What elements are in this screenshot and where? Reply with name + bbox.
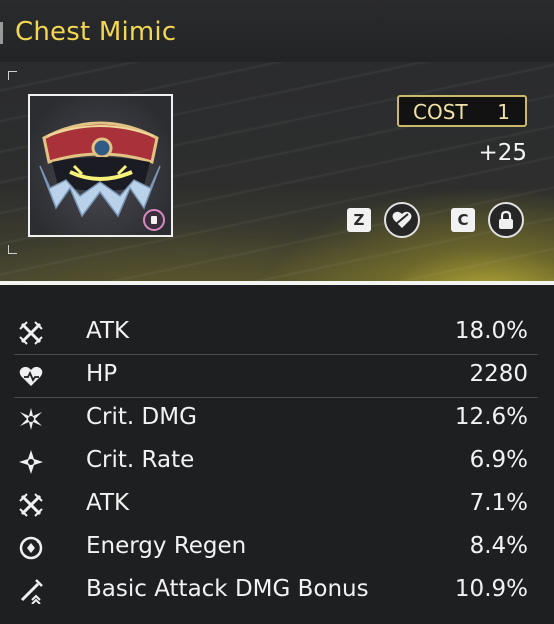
- echo-name: Chest Mimic: [15, 17, 177, 47]
- stat-name: Energy Regen: [86, 533, 247, 559]
- stat-row-main: ATK 18.0%: [0, 312, 554, 354]
- stat-name: Basic Attack DMG Bonus: [86, 576, 369, 602]
- stat-name: ATK: [86, 318, 130, 344]
- frame-corner-bottom: [8, 245, 17, 254]
- card-divider: [0, 281, 554, 285]
- stat-value: 7.1%: [469, 490, 528, 516]
- title-bar-edge: [0, 22, 3, 44]
- energy-regen-icon: [19, 536, 43, 560]
- stat-row-sub: Energy Regen 8.4%: [0, 527, 554, 569]
- crossed-swords-icon: [19, 321, 43, 345]
- stat-name: HP: [86, 361, 118, 387]
- cost-value: 1: [497, 100, 510, 124]
- title-bar: Chest Mimic: [0, 0, 554, 63]
- locked-badge-icon: [143, 209, 165, 231]
- stat-value: 6.9%: [469, 447, 528, 473]
- stat-value: 8.4%: [469, 533, 528, 559]
- crossed-swords-icon: [19, 493, 43, 517]
- stat-name: Crit. DMG: [86, 404, 197, 430]
- stat-value: 12.6%: [454, 404, 528, 430]
- stat-name: Crit. Rate: [86, 447, 195, 473]
- lock-icon: [499, 210, 513, 229]
- stat-value: 18.0%: [454, 318, 528, 344]
- favorite-button[interactable]: [384, 202, 420, 238]
- stat-row-sub: Crit. Rate 6.9%: [0, 441, 554, 483]
- lock-button[interactable]: [488, 202, 524, 238]
- favorite-hotkey: Z: [347, 208, 371, 232]
- echo-portrait[interactable]: [28, 94, 173, 237]
- stat-row-sub: HP 2280: [0, 355, 554, 397]
- stat-value: 10.9%: [454, 576, 528, 602]
- cost-badge: COST 1: [397, 95, 527, 127]
- echo-level: +25: [478, 140, 527, 166]
- stat-row-sub: Crit. DMG 12.6%: [0, 398, 554, 440]
- stat-name: ATK: [86, 490, 130, 516]
- stat-value: 2280: [469, 361, 528, 387]
- stat-row-sub: ATK 7.1%: [0, 484, 554, 526]
- frame-corner-top: [8, 71, 17, 80]
- stat-row-sub: Basic Attack DMG Bonus 10.9%: [0, 570, 554, 612]
- cost-label: COST: [413, 100, 468, 124]
- crit-rate-icon: [19, 450, 43, 474]
- heart-slash-icon: [392, 211, 412, 228]
- crit-dmg-icon: [20, 408, 42, 430]
- lock-hotkey: C: [451, 208, 475, 232]
- heart-icon: [19, 366, 43, 386]
- basic-attack-icon: [20, 579, 43, 604]
